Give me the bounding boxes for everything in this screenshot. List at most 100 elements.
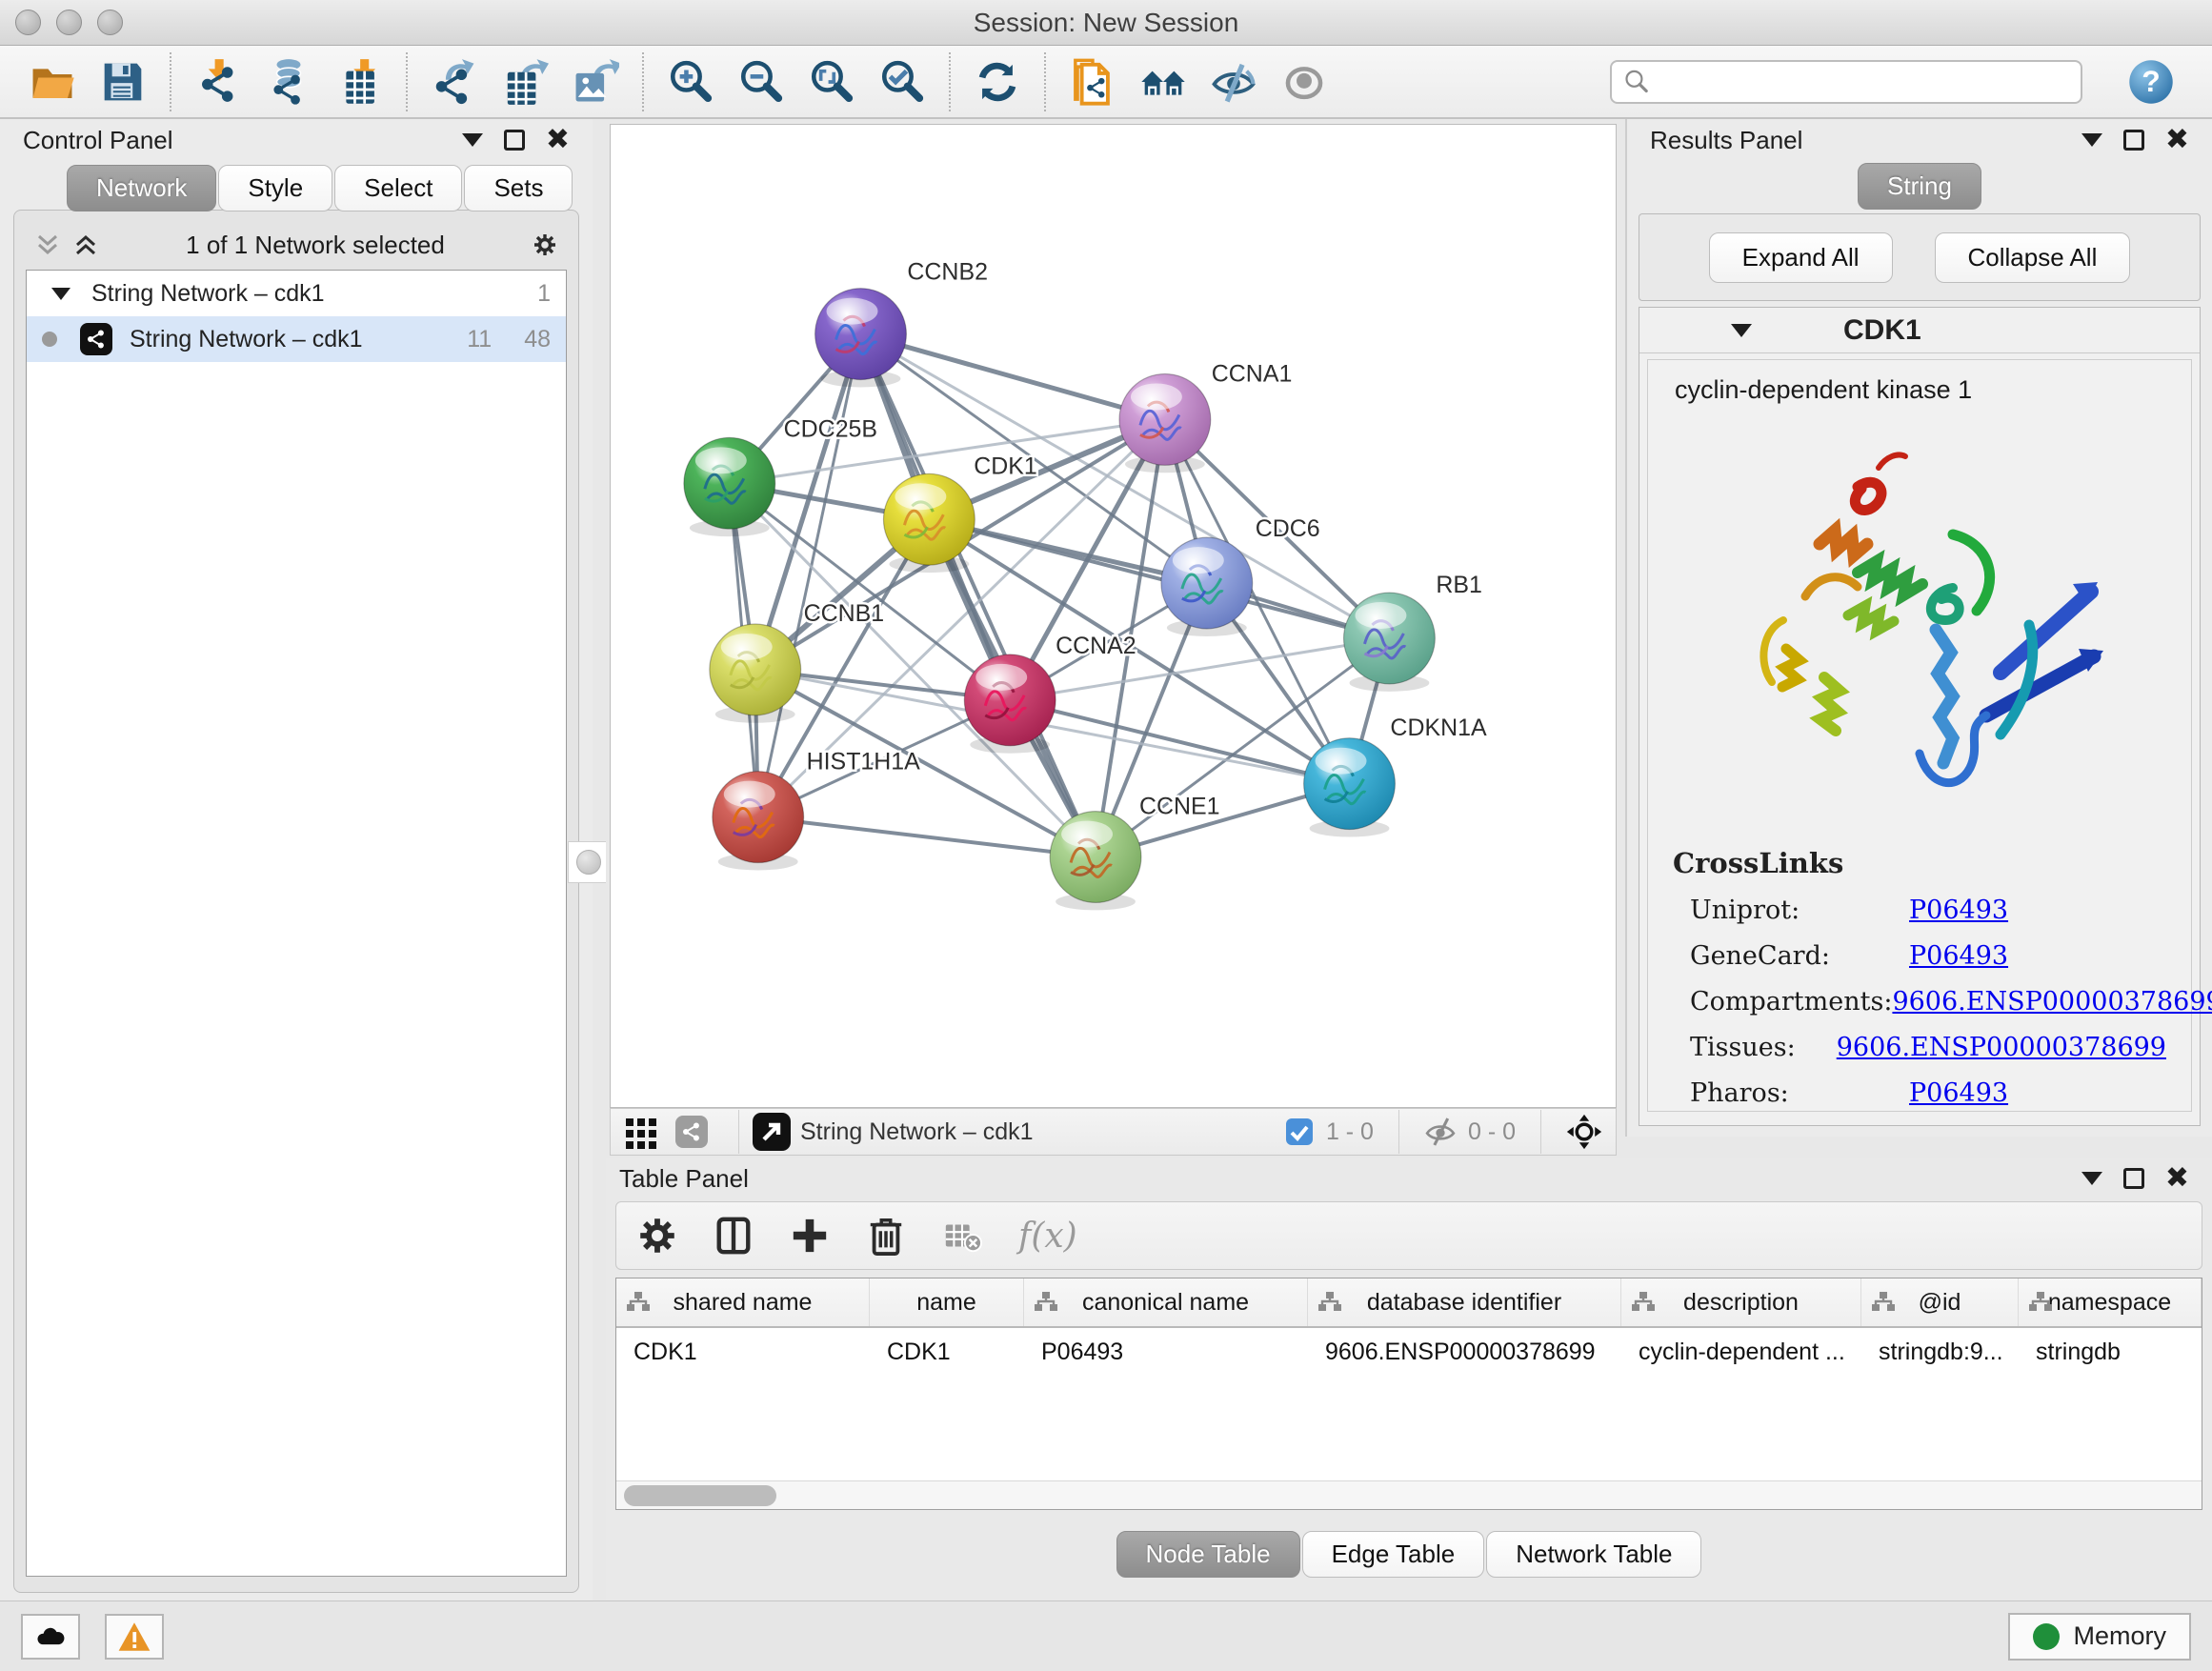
string-document-icon (1069, 58, 1116, 106)
collapse-panel-icon[interactable] (2081, 1172, 2102, 1185)
zoom-in-button[interactable] (660, 51, 721, 112)
tab-network[interactable]: Network (67, 165, 216, 211)
refresh-button[interactable] (967, 51, 1028, 112)
tab-style[interactable]: Style (218, 165, 332, 211)
network-edge[interactable] (929, 519, 1389, 638)
create-column-plus-icon[interactable] (790, 1216, 830, 1256)
cell-shared-name[interactable]: CDK1 (616, 1328, 870, 1376)
expand-all-networks-icon[interactable] (73, 232, 98, 257)
network-edge[interactable] (758, 334, 861, 817)
table-row[interactable]: CDK1 CDK1 P06493 9606.ENSP00000378699 cy… (616, 1328, 2202, 1376)
column-header-id[interactable]: @id (1861, 1278, 2019, 1326)
cell-name[interactable]: CDK1 (870, 1328, 1024, 1376)
cell-description[interactable]: cyclin-dependent ... (1621, 1328, 1861, 1376)
hidden-eye-icon[interactable] (1424, 1116, 1457, 1148)
collection-expand-icon[interactable] (51, 288, 70, 300)
warnings-button[interactable] (105, 1614, 164, 1660)
selected-checkbox-icon[interactable] (1284, 1117, 1315, 1147)
float-panel-icon[interactable] (2123, 1168, 2144, 1189)
import-network-from-database-button[interactable] (258, 51, 319, 112)
cell-namespace[interactable]: stringdb (2019, 1328, 2202, 1376)
column-header-canonical-name[interactable]: canonical name (1024, 1278, 1308, 1326)
tab-network-table[interactable]: Network Table (1486, 1531, 1701, 1578)
network-graph[interactable]: CCNB2CCNA1CDC25BCDK1CDC6RB1CCNB1CCNA2CDK… (611, 125, 1616, 1107)
network-canvas[interactable]: CCNB2CCNA1CDC25BCDK1CDC6RB1CCNB1CCNA2CDK… (610, 124, 1617, 1108)
tab-node-table[interactable]: Node Table (1116, 1531, 1300, 1578)
column-header-namespace[interactable]: namespace (2019, 1278, 2202, 1326)
collapse-all-button[interactable]: Collapse All (1935, 232, 2131, 283)
float-panel-icon[interactable] (2123, 130, 2144, 151)
zoom-window-button[interactable] (97, 10, 123, 35)
column-header-name[interactable]: name (870, 1278, 1024, 1326)
zoom-selected-button[interactable] (872, 51, 933, 112)
tab-string-results[interactable]: String (1858, 163, 1981, 210)
grid-view-icon[interactable] (624, 1115, 658, 1149)
crosslink-genecard-link[interactable]: P06493 (1909, 941, 2008, 971)
export-network-button[interactable] (424, 51, 485, 112)
collapse-panel-icon[interactable] (2081, 133, 2102, 147)
network-options-gear-icon[interactable] (533, 232, 557, 257)
horizontal-scrollbar[interactable] (616, 1480, 2202, 1509)
network-edge[interactable] (861, 334, 1096, 857)
tab-edge-table[interactable]: Edge Table (1302, 1531, 1485, 1578)
cell-id[interactable]: stringdb:9... (1861, 1328, 2019, 1376)
close-panel-icon[interactable]: ✖ (2165, 130, 2189, 151)
string-home-button[interactable] (1133, 51, 1194, 112)
network-collection-row[interactable]: String Network – cdk1 1 (27, 271, 566, 316)
delete-column-trash-icon[interactable] (866, 1216, 906, 1256)
open-session-button[interactable] (22, 51, 83, 112)
collapse-panel-icon[interactable] (462, 133, 483, 147)
close-panel-icon[interactable]: ✖ (2165, 1168, 2189, 1189)
network-node-CCNB2[interactable]: CCNB2 (815, 259, 988, 388)
import-table-button[interactable] (329, 51, 390, 112)
scrollbar-thumb[interactable] (624, 1485, 776, 1506)
show-glass-eye-button[interactable] (1274, 51, 1335, 112)
hide-glass-eye-button[interactable] (1203, 51, 1264, 112)
birdseye-view-icon[interactable] (1566, 1114, 1602, 1150)
export-table-button[interactable] (494, 51, 555, 112)
close-panel-icon[interactable]: ✖ (546, 130, 570, 151)
zoom-selected-icon (878, 58, 926, 106)
network-node-CDC6[interactable]: CDC6 (1161, 515, 1320, 636)
search-input[interactable] (1610, 60, 2082, 104)
show-columns-icon[interactable] (714, 1216, 754, 1256)
network-node-RB1[interactable]: RB1 (1344, 572, 1482, 692)
network-edge[interactable] (758, 817, 1096, 857)
crosslink-compartments-link[interactable]: 9606.ENSP00000378699 (1892, 987, 2212, 1017)
zoom-fit-button[interactable] (801, 51, 862, 112)
crosslink-uniprot-link[interactable]: P06493 (1909, 896, 2008, 925)
cell-database-identifier[interactable]: 9606.ENSP00000378699 (1308, 1328, 1621, 1376)
string-import-button[interactable] (1062, 51, 1123, 112)
zoom-out-button[interactable] (731, 51, 792, 112)
column-header-database-identifier[interactable]: database identifier (1308, 1278, 1621, 1326)
network-node-CCNB1[interactable]: CCNB1 (710, 600, 884, 723)
network-node-HIST1H1A[interactable]: HIST1H1A (713, 749, 920, 871)
detach-view-icon[interactable] (753, 1113, 791, 1151)
network-node-CDKN1A[interactable]: CDKN1A (1304, 715, 1487, 837)
float-panel-icon[interactable] (504, 130, 525, 151)
cloud-status-button[interactable] (21, 1614, 80, 1660)
import-network-from-file-button[interactable] (188, 51, 249, 112)
network-edge[interactable] (861, 334, 1165, 420)
table-options-gear-icon[interactable] (637, 1216, 677, 1256)
crosslink-tissues-link[interactable]: 9606.ENSP00000378699 (1837, 1033, 2166, 1062)
help-button[interactable]: ? (2121, 51, 2182, 112)
network-row-selected[interactable]: String Network – cdk1 11 48 (27, 316, 566, 362)
minimize-window-button[interactable] (56, 10, 82, 35)
tab-sets[interactable]: Sets (464, 165, 573, 211)
save-session-button[interactable] (92, 51, 153, 112)
network-node-CCNA1[interactable]: CCNA1 (1119, 360, 1292, 473)
section-collapse-icon[interactable] (1731, 324, 1752, 337)
crosslink-pharos-link[interactable]: P06493 (1909, 1078, 2008, 1108)
close-window-button[interactable] (15, 10, 41, 35)
memory-button[interactable]: Memory (2008, 1613, 2191, 1661)
gene-section-header[interactable]: CDK1 (1639, 308, 2200, 353)
cell-canonical-name[interactable]: P06493 (1024, 1328, 1308, 1376)
tab-select[interactable]: Select (334, 165, 462, 211)
expand-all-button[interactable]: Expand All (1709, 232, 1893, 283)
left-splitter-grip[interactable] (568, 841, 610, 883)
column-header-description[interactable]: description (1621, 1278, 1861, 1326)
column-header-shared-name[interactable]: shared name (616, 1278, 870, 1326)
export-image-button[interactable] (565, 51, 626, 112)
collapse-all-networks-icon[interactable] (35, 232, 60, 257)
